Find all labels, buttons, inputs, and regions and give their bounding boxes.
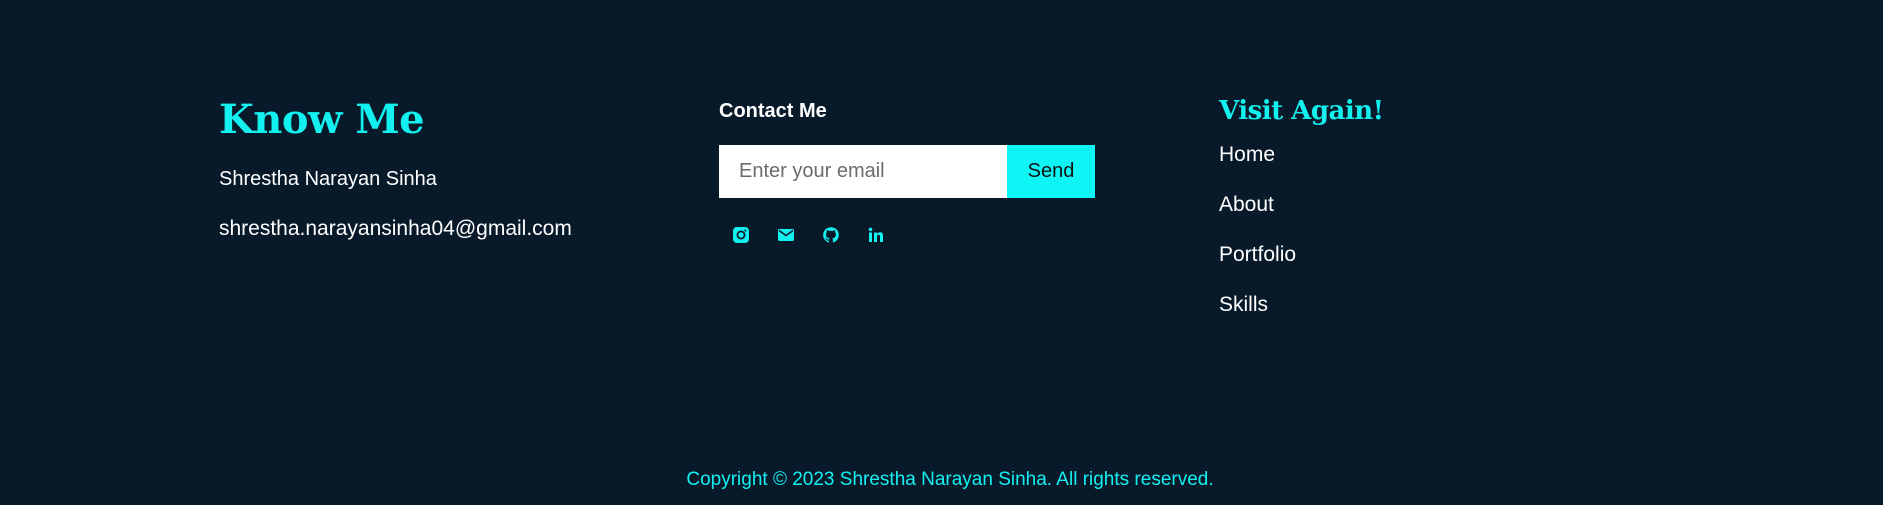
site-footer: Know Me Shrestha Narayan Sinha shrestha.… bbox=[0, 0, 1883, 505]
visit-again-section: Visit Again! Home About Portfolio Skills bbox=[1219, 94, 1519, 342]
contact-heading: Contact Me bbox=[719, 100, 827, 122]
footer-link-skills[interactable]: Skills bbox=[1219, 292, 1519, 318]
footer-link-home[interactable]: Home bbox=[1219, 142, 1519, 168]
owner-email: shrestha.narayansinha04@gmail.com bbox=[219, 217, 572, 240]
visit-again-heading: Visit Again! bbox=[1219, 96, 1384, 126]
linkedin-icon[interactable] bbox=[867, 226, 885, 244]
github-icon[interactable] bbox=[822, 226, 840, 244]
email-subscribe-form: Send bbox=[719, 145, 1095, 198]
footer-nav: Home About Portfolio Skills bbox=[1219, 142, 1519, 318]
copyright-text: Copyright © 2023 Shrestha Narayan Sinha.… bbox=[686, 469, 1214, 490]
mail-icon[interactable] bbox=[777, 226, 795, 244]
know-me-section: Know Me Shrestha Narayan Sinha shrestha.… bbox=[219, 95, 679, 242]
contact-section: Contact Me Send bbox=[719, 98, 1139, 244]
know-me-heading: Know Me bbox=[219, 96, 425, 143]
owner-name: Shrestha Narayan Sinha bbox=[219, 168, 437, 190]
footer-link-about[interactable]: About bbox=[1219, 192, 1519, 218]
send-button[interactable]: Send bbox=[1007, 145, 1095, 198]
email-input[interactable] bbox=[719, 145, 1007, 198]
footer-link-portfolio[interactable]: Portfolio bbox=[1219, 242, 1519, 268]
instagram-icon[interactable] bbox=[732, 226, 750, 244]
social-links bbox=[719, 226, 1139, 244]
